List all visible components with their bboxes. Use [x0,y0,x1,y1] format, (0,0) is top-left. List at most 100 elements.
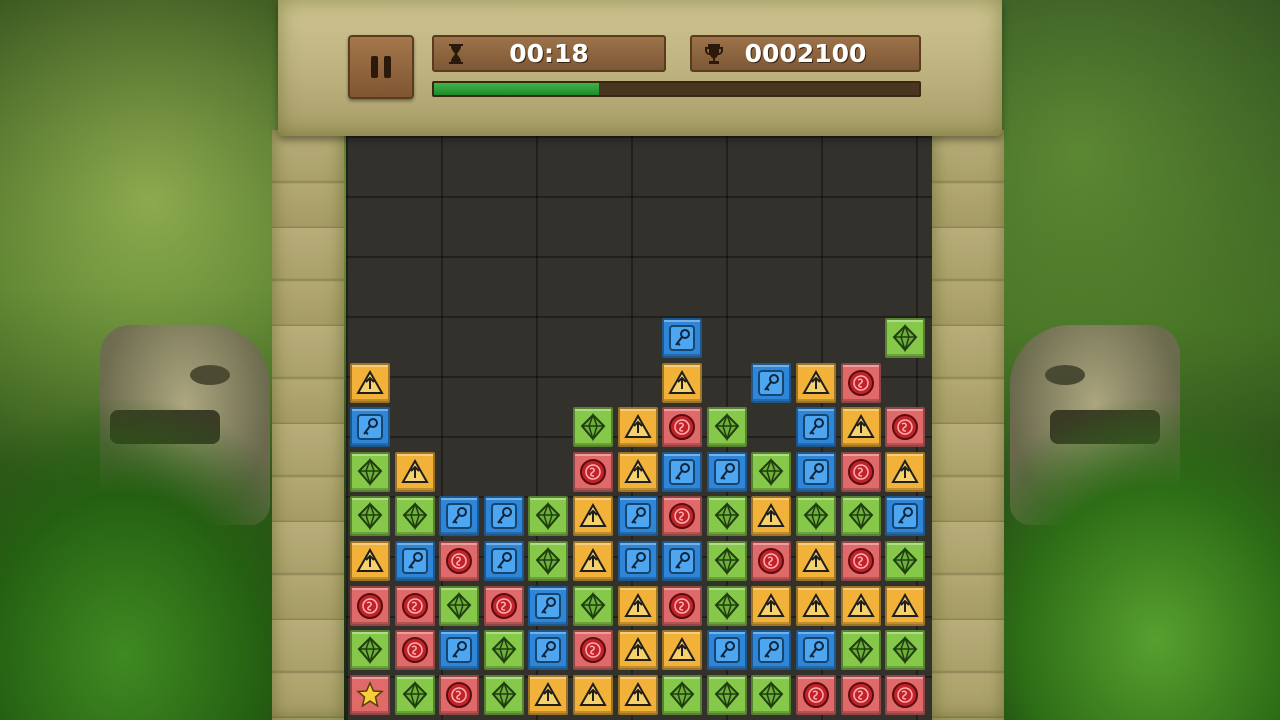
blue-key-tile[interactable] [394,541,435,581]
yellow-arrow-tile[interactable] [350,541,390,581]
blue-key-tile[interactable] [439,630,480,671]
green-gem-tile[interactable] [751,674,792,715]
red-coin-tile[interactable] [751,541,792,581]
yellow-arrow-tile[interactable] [796,585,836,626]
green-gem-tile[interactable] [350,496,390,537]
blue-key-tile[interactable] [662,318,703,358]
green-gem-tile[interactable] [350,451,390,492]
yellow-arrow-tile[interactable] [573,674,613,715]
yellow-arrow-tile[interactable] [573,541,613,581]
yellow-arrow-tile[interactable] [617,674,658,715]
red-coin-tile[interactable] [885,674,926,715]
green-gem-tile[interactable] [706,674,747,715]
yellow-arrow-tile[interactable] [662,630,703,671]
blue-key-tile[interactable] [706,451,747,492]
green-gem-tile[interactable] [483,630,524,671]
blue-key-tile[interactable] [796,407,836,448]
blue-key-tile[interactable] [751,630,792,671]
yellow-arrow-tile[interactable] [617,451,658,492]
yellow-arrow-tile[interactable] [751,496,792,537]
gem-icon [714,412,740,442]
red-coin-tile[interactable] [662,407,703,448]
coin-icon [758,548,785,574]
red-coin-tile[interactable] [840,674,881,715]
red-coin-tile[interactable] [439,674,480,715]
green-gem-tile[interactable] [751,451,792,492]
green-gem-tile[interactable] [394,496,435,537]
green-gem-tile[interactable] [528,541,569,581]
pause-button[interactable] [348,35,414,99]
blue-key-tile[interactable] [796,451,836,492]
blue-key-tile[interactable] [350,407,390,448]
green-gem-tile[interactable] [840,630,881,671]
green-gem-tile[interactable] [528,496,569,537]
blue-key-tile[interactable] [617,496,658,537]
yellow-arrow-tile[interactable] [840,585,881,626]
blue-key-tile[interactable] [662,541,703,581]
red-coin-tile[interactable] [840,451,881,492]
yellow-arrow-tile[interactable] [617,407,658,448]
yellow-arrow-tile[interactable] [528,674,569,715]
red-coin-tile[interactable] [840,362,881,403]
blue-key-tile[interactable] [706,630,747,671]
gem-icon [580,591,606,621]
yellow-arrow-tile[interactable] [885,451,926,492]
red-coin-tile[interactable] [573,630,613,671]
yellow-arrow-tile[interactable] [394,451,435,492]
yellow-arrow-tile[interactable] [840,407,881,448]
green-gem-tile[interactable] [706,496,747,537]
green-gem-tile[interactable] [706,407,747,448]
yellow-arrow-tile[interactable] [751,585,792,626]
green-gem-tile[interactable] [483,674,524,715]
blue-key-tile[interactable] [483,541,524,581]
red-coin-tile[interactable] [394,630,435,671]
red-star-tile[interactable] [350,674,390,715]
green-gem-tile[interactable] [796,496,836,537]
yellow-arrow-tile[interactable] [573,496,613,537]
blue-key-tile[interactable] [617,541,658,581]
yellow-arrow-tile[interactable] [796,541,836,581]
green-gem-tile[interactable] [706,541,747,581]
red-coin-tile[interactable] [885,407,926,448]
green-gem-tile[interactable] [394,674,435,715]
blue-key-tile[interactable] [528,630,569,671]
green-gem-tile[interactable] [885,541,926,581]
blue-key-tile[interactable] [528,585,569,626]
blue-key-tile[interactable] [885,496,926,537]
green-gem-tile[interactable] [573,585,613,626]
red-coin-tile[interactable] [439,541,480,581]
blue-key-tile[interactable] [796,630,836,671]
green-gem-tile[interactable] [573,407,613,448]
red-coin-tile[interactable] [573,451,613,492]
arrow-up-icon [891,592,919,617]
red-coin-tile[interactable] [394,585,435,626]
red-coin-tile[interactable] [350,585,390,626]
yellow-arrow-tile[interactable] [796,362,836,403]
green-gem-tile[interactable] [840,496,881,537]
red-coin-tile[interactable] [662,585,703,626]
blue-key-tile[interactable] [439,496,480,537]
timer-display: 00:18 [432,35,666,72]
green-gem-tile[interactable] [885,318,926,358]
arrow-up-icon [623,637,652,662]
blue-key-tile[interactable] [662,451,703,492]
red-coin-tile[interactable] [796,674,836,715]
blue-key-tile[interactable] [751,362,792,403]
yellow-arrow-tile[interactable] [662,362,703,403]
arrow-up-icon [802,369,830,394]
green-gem-tile[interactable] [706,585,747,626]
red-coin-tile[interactable] [662,496,703,537]
green-gem-tile[interactable] [662,674,703,715]
yellow-arrow-tile[interactable] [617,585,658,626]
green-gem-tile[interactable] [885,630,926,671]
green-gem-tile[interactable] [439,585,480,626]
yellow-arrow-tile[interactable] [617,630,658,671]
red-coin-tile[interactable] [483,585,524,626]
yellow-arrow-tile[interactable] [885,585,926,626]
key-icon [357,414,383,441]
red-coin-tile[interactable] [840,541,881,581]
game-board[interactable] [350,318,930,720]
yellow-arrow-tile[interactable] [350,362,390,403]
green-gem-tile[interactable] [350,630,390,671]
blue-key-tile[interactable] [483,496,524,537]
